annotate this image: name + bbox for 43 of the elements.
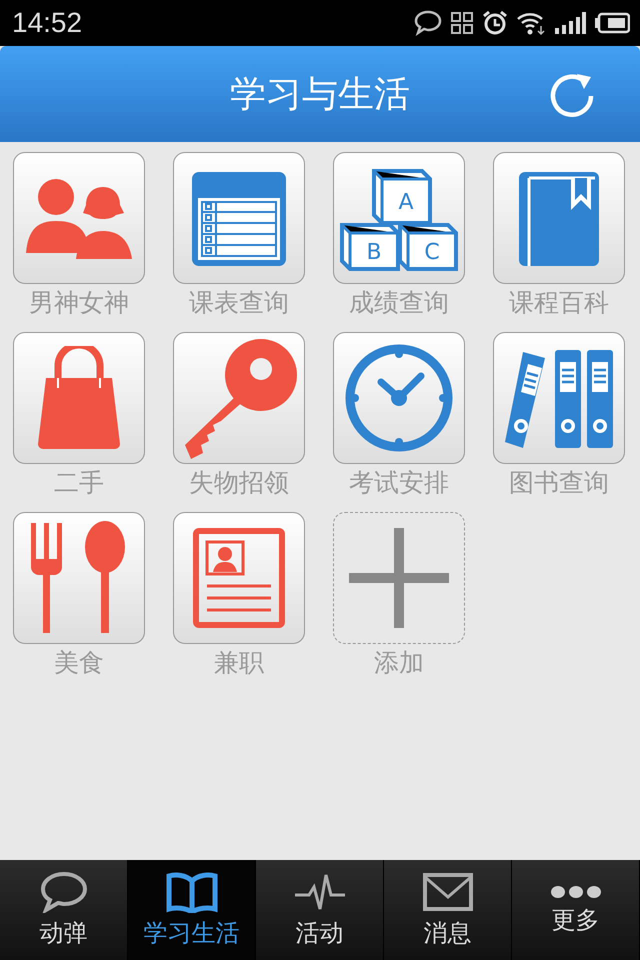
- app-tile[interactable]: [13, 152, 145, 284]
- envelope-icon: [422, 871, 474, 913]
- tile-label: 二手: [54, 467, 104, 499]
- clock-icon: [343, 342, 455, 454]
- timetable-icon: [190, 170, 288, 266]
- tab[interactable]: 消息: [384, 860, 512, 960]
- open-book-icon: [166, 871, 218, 913]
- tile-label: 课程百科: [509, 287, 609, 319]
- more-icon: [550, 884, 602, 900]
- tile-label: 美食: [54, 647, 104, 679]
- signal-icon: [554, 11, 586, 35]
- tile-label: 图书查询: [509, 467, 609, 499]
- tile-label: 添加: [374, 647, 424, 679]
- id-card-icon: [193, 528, 285, 628]
- status-time: 14:52: [12, 7, 82, 39]
- plus-icon: [349, 528, 449, 628]
- tile-label: 失物招领: [189, 467, 289, 499]
- app-tile[interactable]: [493, 152, 625, 284]
- alarm-icon: [482, 10, 508, 36]
- app-tile[interactable]: [493, 332, 625, 464]
- app-tile[interactable]: [333, 332, 465, 464]
- tile-label: 兼职: [214, 647, 264, 679]
- tile-label: 考试安排: [349, 467, 449, 499]
- app-tile[interactable]: A B C: [333, 152, 465, 284]
- tile-label: 男神女神: [29, 287, 129, 319]
- shopping-bag-icon: [36, 346, 122, 450]
- tab[interactable]: 学习生活: [128, 860, 256, 960]
- app-tile[interactable]: [173, 152, 305, 284]
- app-tile[interactable]: [13, 512, 145, 644]
- tile-label: 成绩查询: [349, 287, 449, 319]
- app-tile[interactable]: [13, 332, 145, 464]
- book-icon: [517, 170, 601, 266]
- tab[interactable]: 更多: [512, 860, 640, 960]
- wifi-icon: [516, 10, 546, 36]
- app-tile[interactable]: [173, 512, 305, 644]
- tab[interactable]: 活动: [256, 860, 384, 960]
- add-tile[interactable]: [333, 512, 465, 644]
- apps-grid-icon: [450, 11, 474, 35]
- battery-icon: [594, 12, 630, 34]
- page-title: 学习与生活: [230, 72, 410, 116]
- app-tile[interactable]: [173, 332, 305, 464]
- tile-label: 课表查询: [189, 287, 289, 319]
- chat-notification-icon: [414, 10, 442, 36]
